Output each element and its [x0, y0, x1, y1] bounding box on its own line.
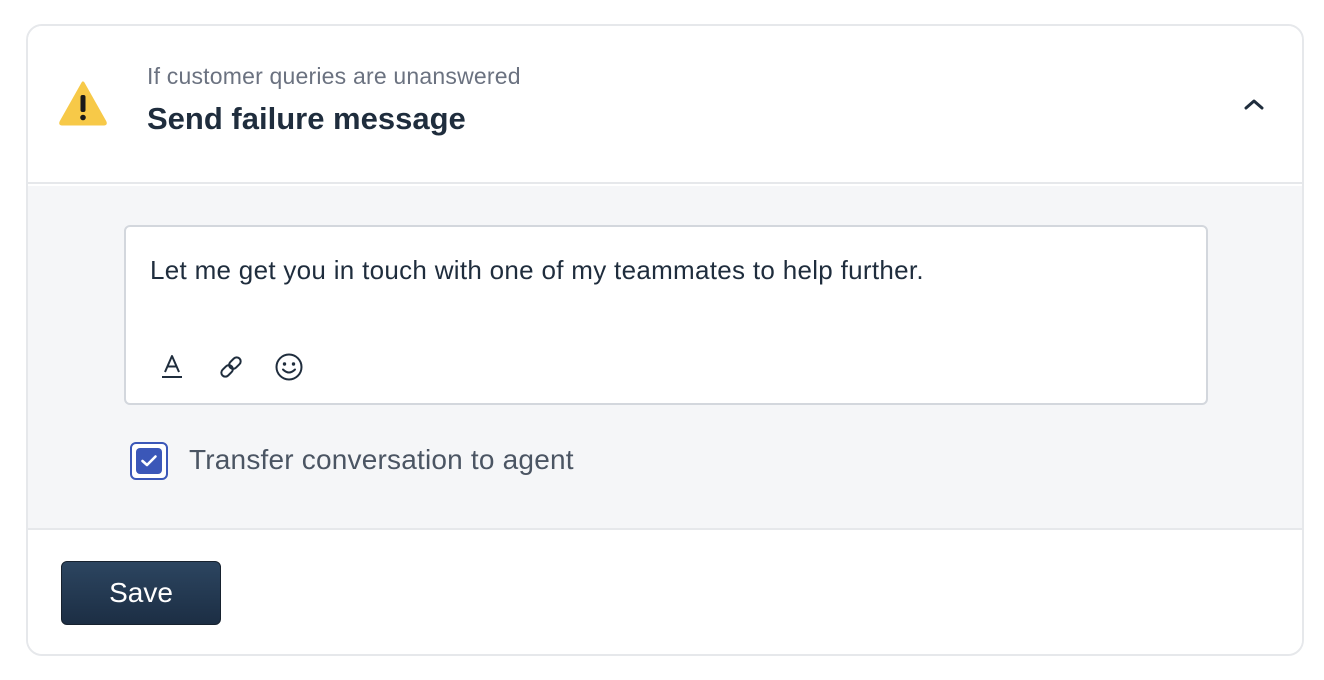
card-header[interactable]: If customer queries are unanswered Send … — [28, 26, 1302, 184]
chevron-up-icon — [1244, 99, 1264, 110]
transfer-checkbox[interactable] — [130, 442, 168, 480]
message-editor[interactable]: Let me get you in touch with one of my t… — [124, 225, 1208, 405]
transfer-label[interactable]: Transfer conversation to agent — [189, 444, 574, 476]
failure-message-card: If customer queries are unanswered Send … — [26, 24, 1304, 656]
card-title: Send failure message — [147, 101, 466, 136]
checkbox-fill — [136, 448, 162, 474]
emoji-icon — [275, 353, 303, 381]
warning-icon — [58, 80, 108, 126]
link-button[interactable] — [213, 349, 249, 385]
text-format-icon — [162, 355, 182, 378]
card-subtitle: If customer queries are unanswered — [147, 63, 521, 89]
card-footer: Save — [28, 530, 1302, 654]
emoji-button[interactable] — [271, 349, 307, 385]
header-divider — [28, 182, 1302, 184]
save-button[interactable]: Save — [61, 561, 221, 625]
link-icon — [220, 356, 242, 378]
card-body: Let me get you in touch with one of my t… — [28, 186, 1302, 528]
text-format-button[interactable] — [154, 349, 190, 385]
checkmark-icon — [141, 455, 157, 467]
collapse-button[interactable] — [1234, 90, 1274, 118]
message-text[interactable]: Let me get you in touch with one of my t… — [150, 255, 924, 286]
